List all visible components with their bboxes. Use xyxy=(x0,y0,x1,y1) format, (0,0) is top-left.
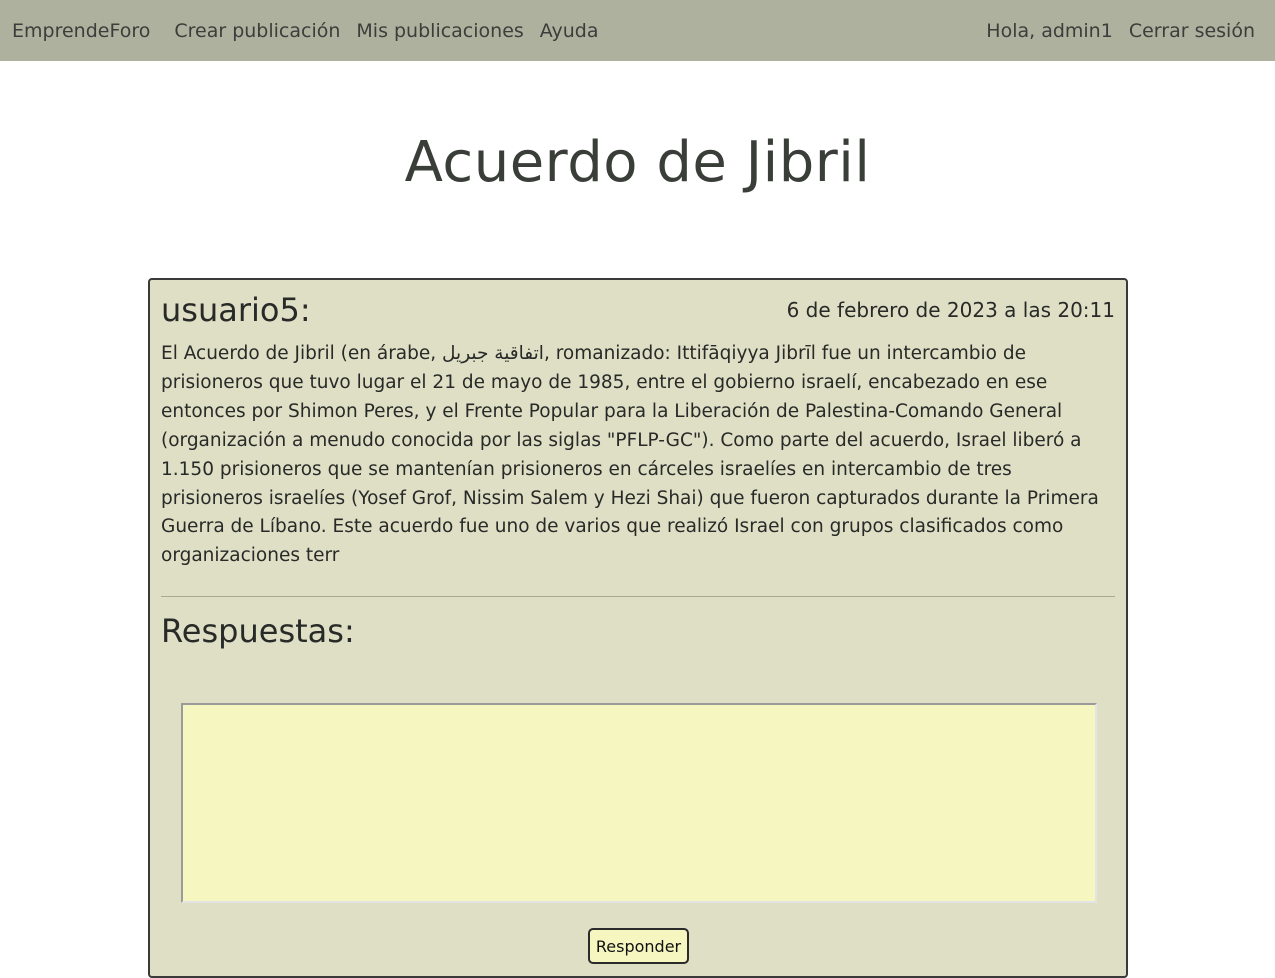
post-card: usuario5: 6 de febrero de 2023 a las 20:… xyxy=(148,278,1128,978)
reply-textarea[interactable] xyxy=(181,703,1097,903)
nav-user-area: Hola, admin1 Cerrar sesión xyxy=(986,20,1263,42)
replies-heading: Respuestas: xyxy=(161,612,355,650)
post-header: usuario5: 6 de febrero de 2023 a las 20:… xyxy=(161,290,1115,332)
nav-my-posts[interactable]: Mis publicaciones xyxy=(356,20,523,42)
navbar: EmprendeForo Crear publicación Mis publi… xyxy=(0,0,1275,61)
page-title: Acuerdo de Jibril xyxy=(404,130,871,195)
user-greeting-link[interactable]: Hola, admin1 xyxy=(986,20,1113,42)
nav-help[interactable]: Ayuda xyxy=(540,20,599,42)
nav-create-post[interactable]: Crear publicación xyxy=(174,20,340,42)
logout-link[interactable]: Cerrar sesión xyxy=(1129,20,1255,42)
reply-button[interactable]: Responder xyxy=(588,928,689,964)
post-date: 6 de febrero de 2023 a las 20:11 xyxy=(786,298,1115,322)
divider xyxy=(161,596,1115,597)
post-body: El Acuerdo de Jibril (en árabe, اتفاقية … xyxy=(161,343,1099,567)
brand-link[interactable]: EmprendeForo xyxy=(12,20,150,42)
post-author: usuario5: xyxy=(161,291,311,329)
